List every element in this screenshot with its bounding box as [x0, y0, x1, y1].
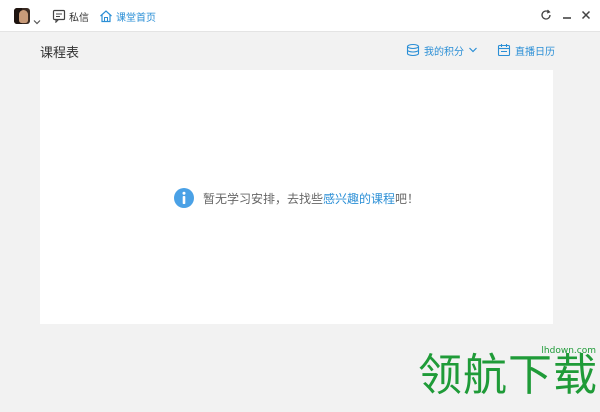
watermark: lhdown.com 领航下载	[418, 346, 598, 401]
refresh-button[interactable]	[540, 9, 552, 21]
empty-state: 暂无学习安排，去找些 感兴趣的课程 吧！	[174, 187, 419, 209]
watermark-text: 领航下载	[418, 350, 598, 401]
live-calendar-button[interactable]: 直播日历	[497, 42, 555, 58]
empty-state-text: 暂无学习安排，去找些	[203, 191, 324, 206]
my-points-label: 我的积分	[424, 46, 464, 58]
user-avatar[interactable]	[14, 8, 30, 24]
live-calendar-label: 直播日历	[515, 46, 555, 58]
refresh-icon	[541, 9, 551, 20]
schedule-panel: 暂无学习安排，去找些 感兴趣的课程 吧！	[40, 70, 553, 324]
message-icon	[52, 9, 66, 23]
chevron-down-icon[interactable]	[33, 11, 41, 25]
info-icon	[174, 188, 194, 208]
chevron-down-icon	[469, 47, 477, 53]
close-icon	[581, 10, 591, 20]
watermark-url: lhdown.com	[541, 346, 596, 356]
nav-messages[interactable]: 私信	[52, 8, 89, 24]
home-icon	[100, 10, 112, 23]
nav-messages-label: 私信	[69, 12, 89, 24]
minimize-button[interactable]	[561, 9, 573, 21]
coins-icon	[406, 43, 420, 57]
calendar-icon	[497, 44, 511, 57]
minimize-icon	[563, 17, 571, 19]
nav-home-label: 课堂首页	[116, 12, 156, 24]
interesting-courses-link[interactable]: 感兴趣的课程	[323, 190, 395, 207]
my-points-dropdown[interactable]: 我的积分	[406, 42, 482, 58]
empty-state-suffix: 吧！	[395, 191, 420, 206]
nav-home[interactable]: 课堂首页	[99, 8, 156, 24]
page-title: 课程表	[40, 46, 80, 61]
close-button[interactable]	[580, 9, 592, 21]
top-bar: 私信 课堂首页	[0, 0, 600, 32]
